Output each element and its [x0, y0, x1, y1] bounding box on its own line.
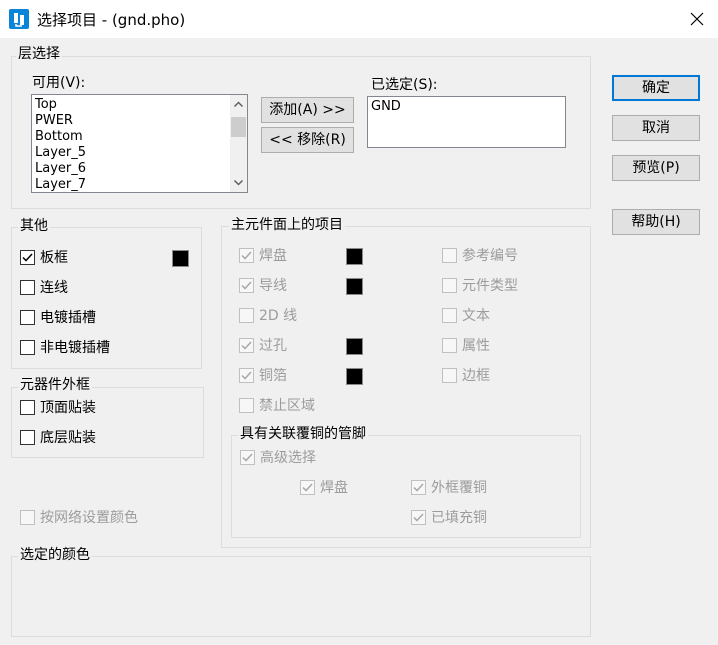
- list-item[interactable]: Layer_5: [35, 145, 86, 161]
- component-outline-group-label: 元器件外框: [18, 376, 92, 394]
- checkbox-label: 外框覆铜: [431, 480, 487, 496]
- checkbox-label: 底层贴装: [40, 430, 96, 446]
- checkbox-box: [239, 368, 254, 383]
- checkbox-label: 已填充铜: [431, 510, 487, 526]
- close-icon: [690, 12, 704, 26]
- checkbox-label: 按网络设置颜色: [40, 510, 138, 526]
- scroll-thumb[interactable]: [231, 117, 246, 137]
- pads-color-swatch[interactable]: [346, 248, 363, 265]
- app-icon: [9, 9, 29, 29]
- checkbox-box: [442, 308, 457, 323]
- checkbox-label: 文本: [462, 308, 490, 324]
- checkbox-label: 过孔: [259, 338, 287, 354]
- layer-select-group-label: 层选择: [16, 45, 62, 63]
- main-items-group-label: 主元件面上的项目: [229, 216, 345, 234]
- add-layer-button[interactable]: 添加(A) >>: [261, 97, 354, 123]
- checkbox-box: [442, 338, 457, 353]
- list-item[interactable]: Top: [35, 97, 57, 113]
- list-item[interactable]: PWER: [35, 113, 73, 129]
- checkbox-label: 板框: [40, 250, 68, 266]
- selected-color-group: [11, 556, 591, 637]
- checkbox-label: 元件类型: [462, 278, 518, 294]
- window-title: 选择项目 - (gnd.pho): [37, 11, 186, 29]
- checkbox-box: [442, 368, 457, 383]
- checkbox-label: 高级选择: [260, 450, 316, 466]
- checkbox-box: [20, 340, 35, 355]
- list-item[interactable]: Layer_7: [35, 177, 86, 192]
- checkbox-label: 属性: [462, 338, 490, 354]
- checkbox-box: [20, 310, 35, 325]
- checkbox-box: [300, 480, 315, 495]
- list-item[interactable]: Layer_6: [35, 161, 86, 177]
- checkbox-box: [20, 250, 35, 265]
- close-button[interactable]: [676, 0, 718, 38]
- other-group-label: 其他: [18, 217, 50, 235]
- checkbox-box: [239, 338, 254, 353]
- checkbox-label: 连线: [40, 280, 68, 296]
- checkbox-label: 参考编号: [462, 248, 518, 264]
- checkbox-box: [442, 248, 457, 263]
- checkbox-box: [20, 400, 35, 415]
- checkbox-box: [239, 248, 254, 263]
- pins-copper-group-label: 具有关联覆铜的管脚: [238, 425, 368, 443]
- checkbox-box: [239, 308, 254, 323]
- checkbox-box: [442, 278, 457, 293]
- checkbox-box: [20, 430, 35, 445]
- remove-layer-button[interactable]: << 移除(R): [261, 127, 354, 153]
- selected-color-group-label: 选定的颜色: [18, 546, 92, 564]
- checkbox-label: 顶面贴装: [40, 400, 96, 416]
- checkbox-label: 焊盘: [320, 480, 348, 496]
- checkbox-box: [411, 480, 426, 495]
- help-button[interactable]: 帮助(H): [612, 209, 700, 235]
- list-scrollbar[interactable]: [230, 95, 247, 192]
- scroll-up-icon[interactable]: [230, 96, 247, 113]
- checkbox-label: 电镀插槽: [40, 310, 96, 326]
- checkbox-box: [411, 510, 426, 525]
- selected-layers-list[interactable]: GND: [367, 96, 566, 148]
- ok-button[interactable]: 确定: [612, 75, 700, 101]
- list-item[interactable]: GND: [371, 99, 401, 115]
- vias-color-swatch[interactable]: [346, 338, 363, 355]
- checkbox-label: 边框: [462, 368, 490, 384]
- checkbox-label: 焊盘: [259, 248, 287, 264]
- selected-label: 已选定(S):: [371, 77, 438, 93]
- checkbox-box: [240, 450, 255, 465]
- checkbox-label: 非电镀插槽: [40, 340, 110, 356]
- preview-button[interactable]: 预览(P): [612, 155, 700, 181]
- checkbox-box: [239, 398, 254, 413]
- scroll-down-icon[interactable]: [230, 174, 247, 191]
- checkbox-label: 2D 线: [259, 308, 298, 324]
- copper-color-swatch[interactable]: [346, 368, 363, 385]
- available-layers-list[interactable]: Top PWER Bottom Layer_5 Layer_6 Layer_7: [31, 94, 248, 193]
- cancel-button[interactable]: 取消: [612, 115, 700, 141]
- checkbox-box: [239, 278, 254, 293]
- board-outline-color-swatch[interactable]: [172, 250, 189, 267]
- available-label: 可用(V):: [32, 75, 86, 91]
- list-item[interactable]: Bottom: [35, 129, 83, 145]
- checkbox-label: 导线: [259, 278, 287, 294]
- traces-color-swatch[interactable]: [346, 278, 363, 295]
- checkbox-label: 铜箔: [259, 368, 287, 384]
- checkbox-label: 禁止区域: [259, 398, 315, 414]
- checkbox-box: [20, 280, 35, 295]
- checkbox-box: [20, 510, 35, 525]
